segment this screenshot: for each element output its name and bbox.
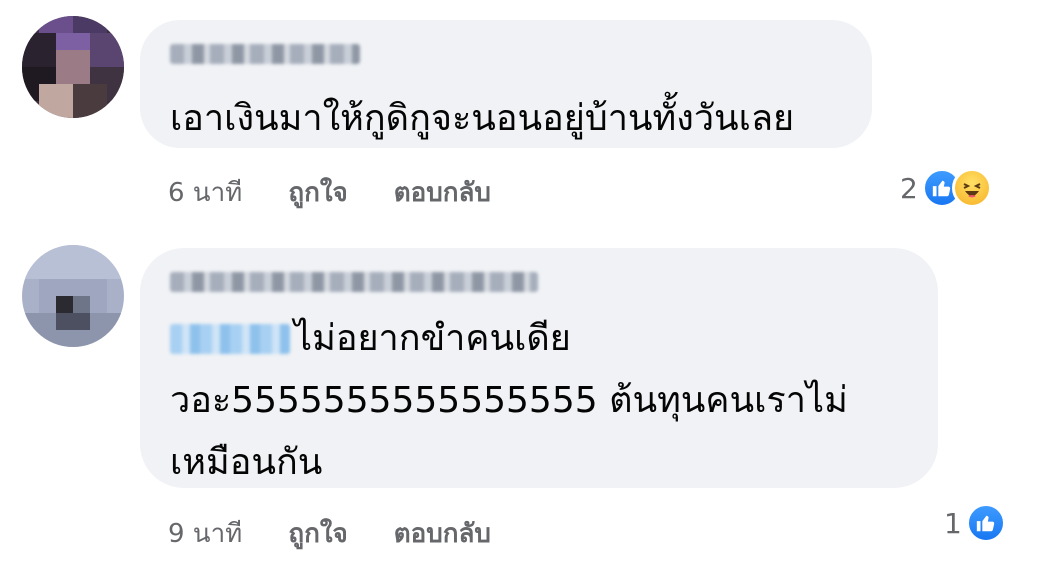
comment-text: เอาเงินมาให้กูดิกูจะนอนอยู่บ้านทั้งวันเล… [170,98,795,139]
comment: เอาเงินมาให้กูดิกูจะนอนอยู่บ้านทั้งวันเล… [0,0,1040,225]
avatar[interactable] [22,245,124,347]
comment-actions: 6 นาที ถูกใจ ตอบกลับ [168,172,491,213]
reaction-summary[interactable]: 2 [900,168,992,208]
haha-icon [951,168,992,208]
comment-text-line-2: วอะ5555555555555555 ต้นทุนคนเราไม่ [170,380,848,421]
reply-button[interactable]: ตอบกลับ [394,513,491,554]
avatar-image [22,245,124,347]
comment-timestamp[interactable]: 6 นาที [168,172,242,213]
comment: ไม่อยากขำคนเดีย วอะ5555555555555555 ต้นท… [0,235,1040,565]
comment-text: ไม่อยากขำคนเดีย วอะ5555555555555555 ต้นท… [170,308,848,494]
author-name-redacted[interactable] [170,44,360,64]
comment-timestamp[interactable]: 9 นาที [168,513,242,554]
like-button[interactable]: ถูกใจ [288,172,347,213]
comment-text-line-3: เหมือนกัน [170,442,323,483]
reaction-count: 1 [944,506,962,540]
like-icon [965,503,1006,543]
comment-bubble: เอาเงินมาให้กูดิกูจะนอนอยู่บ้านทั้งวันเล… [140,20,872,148]
reaction-summary[interactable]: 1 [944,503,1006,543]
like-button[interactable]: ถูกใจ [288,513,347,554]
comment-actions: 9 นาที ถูกใจ ตอบกลับ [168,513,491,554]
avatar-image [22,16,124,118]
mention-redacted[interactable] [170,324,290,354]
comment-bubble: ไม่อยากขำคนเดีย วอะ5555555555555555 ต้นท… [140,248,938,488]
comment-text-line-1: ไม่อยากขำคนเดีย [170,308,848,370]
avatar[interactable] [22,16,124,118]
reaction-count: 2 [900,171,918,205]
reply-button[interactable]: ตอบกลับ [394,172,491,213]
author-name-redacted[interactable] [170,272,538,292]
